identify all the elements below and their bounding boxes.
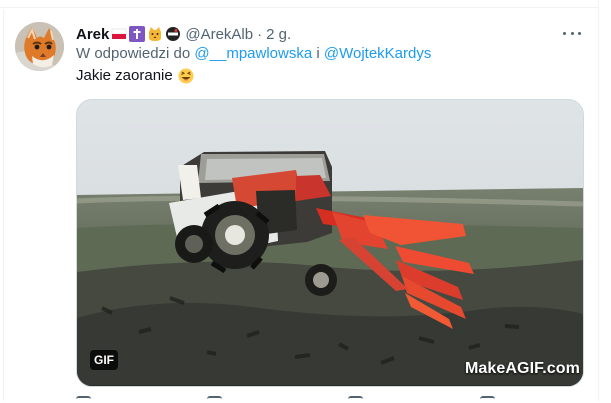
- poland-flag-icon: [111, 26, 127, 42]
- right-divider: [598, 0, 599, 401]
- timestamp[interactable]: 2 g.: [266, 26, 291, 43]
- tweet-body-text: Jakie zaoranie: [76, 67, 173, 84]
- cat-avatar-image: [15, 22, 64, 71]
- gif-badge: GIF: [90, 350, 118, 370]
- more-options-dot-icon: [578, 31, 581, 35]
- avatar[interactable]: [15, 22, 64, 71]
- no-entry-icon: [165, 26, 181, 42]
- retweet-icon[interactable]: [207, 396, 222, 403]
- mention-link[interactable]: @__mpawlowska: [194, 45, 312, 62]
- latin-cross-icon: [129, 26, 146, 42]
- cat-face-icon: [147, 26, 163, 42]
- display-name[interactable]: Arek: [76, 26, 109, 43]
- more-options-dot-icon: [570, 31, 574, 35]
- tweet-header: Arek @ArekAlb · 2 g.: [76, 24, 291, 44]
- top-divider: [0, 7, 599, 8]
- tweet-card[interactable]: Arek @ArekAlb · 2 g. W odpowiedzi do @__…: [0, 0, 611, 401]
- tractor-plow-animation: [77, 100, 583, 386]
- gif-watermark: MakeAGIF.com: [464, 360, 580, 377]
- reply-context: W odpowiedzi do @__mpawlowska i @WojtekK…: [76, 45, 431, 62]
- more-options-button[interactable]: [563, 26, 581, 40]
- timestamp-separator: ·: [257, 25, 263, 43]
- reply-icon[interactable]: [76, 396, 91, 403]
- reply-prefix: W odpowiedzi do: [76, 45, 191, 62]
- like-icon[interactable]: [348, 396, 363, 403]
- left-divider: [3, 10, 4, 401]
- laughing-face-icon: [178, 68, 194, 84]
- mention-link[interactable]: @WojtekKardys: [324, 45, 431, 62]
- more-options-dot-icon: [563, 31, 566, 35]
- tweet-actions: [76, 396, 582, 401]
- gif-media[interactable]: [76, 99, 584, 387]
- tweet-text: Jakie zaoranie: [76, 67, 194, 84]
- share-icon[interactable]: [480, 396, 495, 403]
- mention-joiner: i: [316, 45, 320, 62]
- user-handle[interactable]: @ArekAlb: [185, 26, 253, 43]
